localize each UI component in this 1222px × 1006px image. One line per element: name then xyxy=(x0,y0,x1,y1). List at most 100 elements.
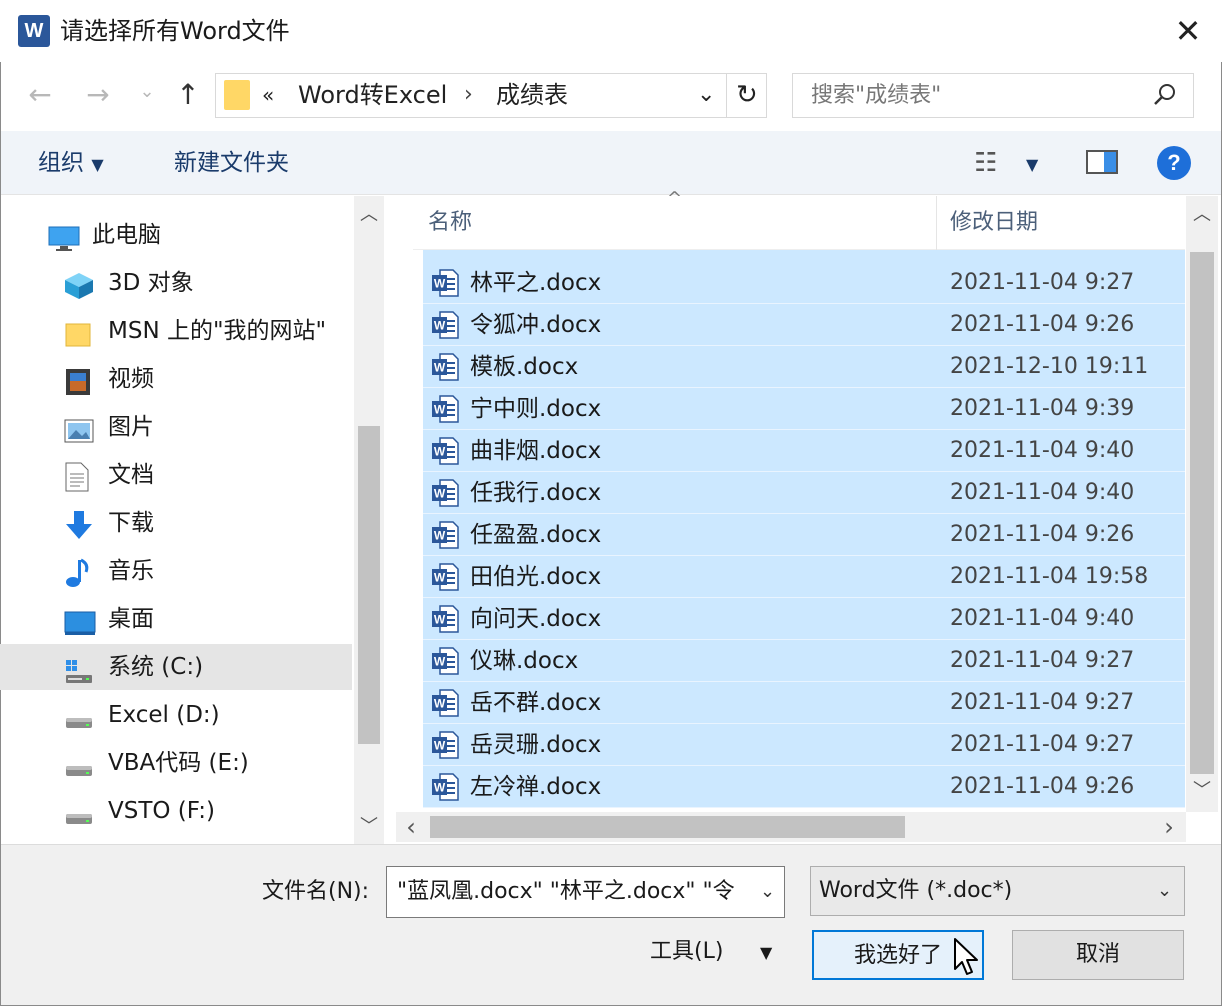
sidebar-item-label: VSTO (F:) xyxy=(108,798,215,824)
list-scroll-down-button[interactable]: ﹀ xyxy=(1187,776,1217,806)
sidebar-item-label: 视频 xyxy=(108,366,154,392)
view-options-button[interactable]: ☷ xyxy=(974,146,997,180)
new-folder-button[interactable]: 新建文件夹 xyxy=(174,146,289,180)
sidebar-item[interactable]: 3D 对象 xyxy=(0,260,352,306)
column-divider[interactable] xyxy=(936,196,937,250)
file-row[interactable]: W 曲非烟.docx 2021-11-04 9:40 xyxy=(423,430,1185,472)
forward-button[interactable]: → xyxy=(80,75,116,115)
nav-scroll-down-button[interactable]: ﹀ xyxy=(354,812,384,842)
sidebar-item[interactable]: 文档 xyxy=(0,452,352,498)
sidebar-item[interactable]: 视频 xyxy=(0,356,352,402)
filetype-select[interactable]: Word文件 (*.doc*) xyxy=(810,866,1185,916)
view-dropdown-button[interactable]: ▼ xyxy=(1026,146,1038,182)
tools-caret-icon[interactable]: ▼ xyxy=(760,934,772,972)
organize-button[interactable]: 组织 ▼ xyxy=(38,146,104,182)
sidebar-item[interactable]: VSTO (F:) xyxy=(0,788,352,834)
file-name: 宁中则.docx xyxy=(470,396,602,422)
preview-pane-button[interactable] xyxy=(1086,150,1118,174)
sidebar-item[interactable]: 图片 xyxy=(0,404,352,450)
search-icon[interactable] xyxy=(1150,82,1180,112)
sidebar-item[interactable]: 桌面 xyxy=(0,596,352,642)
file-row[interactable]: W 田伯光.docx 2021-11-04 19:58 xyxy=(423,556,1185,598)
search-input[interactable]: 搜索"成绩表" xyxy=(792,73,1194,118)
list-scroll-up-button[interactable]: ︿ xyxy=(1187,200,1217,230)
sidebar-item[interactable]: VBA代码 (E:) xyxy=(0,740,352,786)
column-header-date[interactable]: 修改日期 xyxy=(950,196,1038,250)
word-document-icon: W xyxy=(431,605,459,633)
tools-button[interactable]: 工具(L) xyxy=(650,932,723,972)
recent-locations-button[interactable]: ⌄ xyxy=(136,72,158,112)
file-modified-date: 2021-11-04 9:40 xyxy=(950,438,1135,463)
word-document-icon: W xyxy=(431,773,459,801)
view-caret-icon: ▼ xyxy=(1026,155,1039,174)
breadcrumb-separator[interactable]: › xyxy=(464,73,473,117)
file-row[interactable]: W 向问天.docx 2021-11-04 9:40 xyxy=(423,598,1185,640)
file-row[interactable]: W 任盈盈.docx 2021-11-04 9:26 xyxy=(423,514,1185,556)
list-hscroll-thumb[interactable] xyxy=(430,816,905,838)
organize-label: 组织 xyxy=(38,150,84,176)
sidebar-item[interactable]: 音乐 xyxy=(0,548,352,594)
file-row[interactable]: W 岳不群.docx 2021-11-04 9:27 xyxy=(423,682,1185,724)
file-row[interactable]: W 仪琳.docx 2021-11-04 9:27 xyxy=(423,640,1185,682)
drive-icon xyxy=(64,702,92,728)
file-modified-date: 2021-11-04 9:27 xyxy=(950,270,1135,295)
file-list-horizontal-scrollbar[interactable]: ‹ › xyxy=(396,812,1186,842)
filename-input[interactable]: "蓝凤凰.docx" "林平之.docx" "令 xyxy=(386,866,785,918)
file-name: 任盈盈.docx xyxy=(470,522,602,548)
filename-label: 文件名(N): xyxy=(262,879,370,904)
file-row[interactable]: W 任我行.docx 2021-11-04 9:40 xyxy=(423,472,1185,514)
file-name: 向问天.docx xyxy=(470,606,602,632)
svg-text:W: W xyxy=(434,445,446,459)
file-row[interactable]: W 林平之.docx 2021-11-04 9:27 xyxy=(423,262,1185,304)
up-button[interactable]: ↑ xyxy=(170,75,206,115)
file-name: 林平之.docx xyxy=(470,270,602,296)
close-button[interactable]: ✕ xyxy=(1170,14,1206,50)
svg-text:W: W xyxy=(434,739,446,753)
word-document-icon: W xyxy=(431,563,459,591)
sidebar-item-label: 音乐 xyxy=(108,558,154,584)
cancel-button[interactable]: 取消 xyxy=(1012,930,1184,980)
filetype-chevron-icon[interactable]: ⌄ xyxy=(1157,876,1172,906)
nav-scroll-thumb[interactable] xyxy=(358,426,380,744)
file-row[interactable]: W 左冷禅.docx 2021-11-04 9:26 xyxy=(423,766,1185,808)
breadcrumb-score-table[interactable]: 成绩表 xyxy=(496,73,568,117)
svg-text:W: W xyxy=(434,697,446,711)
column-header-row: 名称 修改日期 xyxy=(413,196,1185,250)
list-scroll-right-button[interactable]: › xyxy=(1154,812,1184,842)
word-document-icon: W xyxy=(431,437,459,465)
file-name: 仪琳.docx xyxy=(470,648,579,674)
file-row[interactable]: W 宁中则.docx 2021-11-04 9:39 xyxy=(423,388,1185,430)
refresh-button[interactable]: ↻ xyxy=(736,73,758,117)
file-row[interactable]: W 令狐冲.docx 2021-11-04 9:26 xyxy=(423,304,1185,346)
sidebar-item-label: 文档 xyxy=(108,462,154,488)
partial-row[interactable] xyxy=(423,250,1185,262)
file-row[interactable]: W 模板.docx 2021-12-10 19:11 xyxy=(423,346,1185,388)
list-vscroll-thumb[interactable] xyxy=(1190,252,1214,774)
filename-dropdown-button[interactable]: ⌄ xyxy=(756,877,780,907)
sidebar-item[interactable]: 此电脑 xyxy=(0,212,352,258)
file-modified-date: 2021-11-04 9:26 xyxy=(950,312,1135,337)
help-button[interactable]: ? xyxy=(1157,146,1191,180)
address-dropdown-button[interactable]: ⌄ xyxy=(697,73,715,117)
video-icon xyxy=(64,366,92,395)
breadcrumb-overflow[interactable]: « xyxy=(262,73,274,117)
sidebar-item[interactable]: MSN 上的"我的网站" xyxy=(0,308,352,354)
svg-text:W: W xyxy=(434,277,446,291)
sidebar-item[interactable]: 下载 xyxy=(0,500,352,546)
sidebar-item[interactable]: 系统 (C:) xyxy=(0,644,352,690)
word-document-icon: W xyxy=(431,521,459,549)
sidebar-item[interactable]: Excel (D:) xyxy=(0,692,352,738)
svg-text:W: W xyxy=(434,655,446,669)
sidebar-item-label: 此电脑 xyxy=(92,222,161,248)
nav-pane-scrollbar[interactable]: ︿ ﹀ xyxy=(354,196,384,844)
file-modified-date: 2021-11-04 9:27 xyxy=(950,648,1135,673)
list-scroll-left-button[interactable]: ‹ xyxy=(396,812,426,842)
column-header-name[interactable]: 名称 xyxy=(428,196,472,250)
file-row[interactable]: W 岳灵珊.docx 2021-11-04 9:27 xyxy=(423,724,1185,766)
file-list-vertical-scrollbar[interactable]: ︿ ﹀ xyxy=(1186,196,1218,812)
breadcrumb-word-to-excel[interactable]: Word转Excel xyxy=(298,73,447,117)
nav-scroll-up-button[interactable]: ︿ xyxy=(354,200,384,230)
file-name: 岳灵珊.docx xyxy=(470,732,602,758)
back-button[interactable]: ← xyxy=(22,75,58,115)
svg-text:W: W xyxy=(434,529,446,543)
